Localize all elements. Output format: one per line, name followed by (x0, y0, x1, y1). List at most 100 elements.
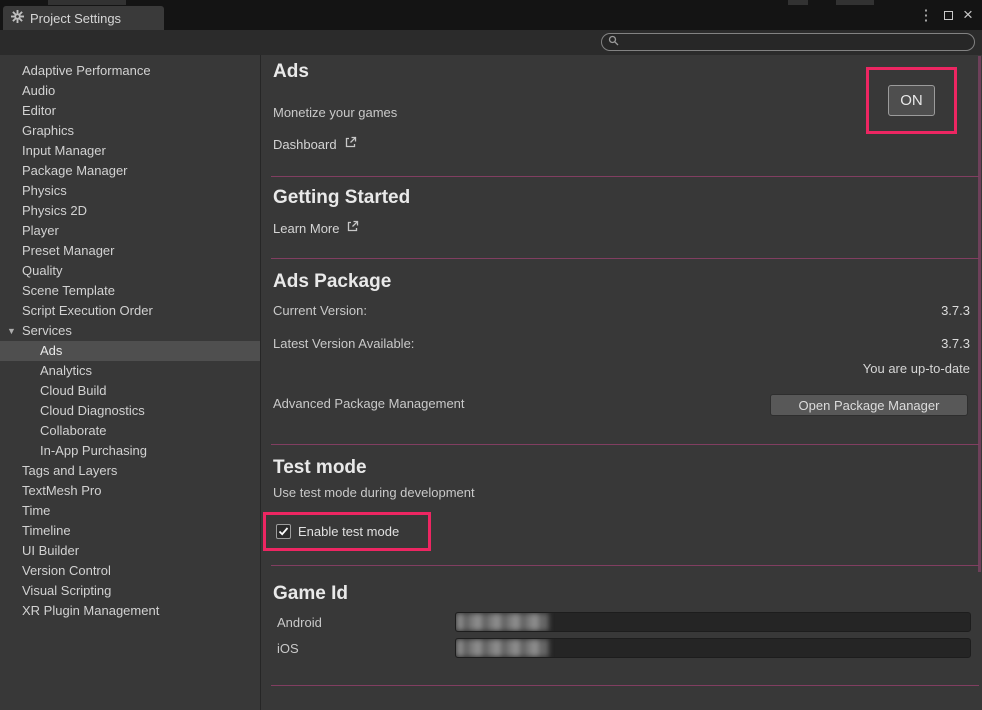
sidebar-item-timeline[interactable]: Timeline (0, 521, 260, 541)
sidebar-item-preset-manager[interactable]: Preset Manager (0, 241, 260, 261)
foldout-arrow-icon[interactable]: ▼ (7, 321, 16, 341)
project-settings-window: Project Settings ⋮ × Adaptive Performanc… (0, 0, 982, 710)
sidebar-item-ui-builder[interactable]: UI Builder (0, 541, 260, 561)
sidebar-item-label: Editor (22, 103, 56, 118)
sidebar-item-ads[interactable]: Ads (0, 341, 260, 361)
sidebar-item-input-manager[interactable]: Input Manager (0, 141, 260, 161)
external-link-icon (346, 220, 359, 236)
section-title-ads-package: Ads Package (273, 271, 392, 292)
settings-category-list: Adaptive Performance Audio Editor Graphi… (0, 55, 260, 710)
sidebar-item-adaptive-performance[interactable]: Adaptive Performance (0, 61, 260, 81)
up-to-date-status: You are up-to-date (862, 361, 970, 376)
enable-test-mode-checkbox[interactable] (276, 524, 291, 539)
sidebar-item-cloud-diagnostics[interactable]: Cloud Diagnostics (0, 401, 260, 421)
redacted-value (456, 639, 548, 657)
sidebar-item-in-app-purchasing[interactable]: In-App Purchasing (0, 441, 260, 461)
sidebar-item-label: Audio (22, 83, 56, 98)
sidebar-item-label: XR Plugin Management (22, 603, 160, 618)
sidebar-item-version-control[interactable]: Version Control (0, 561, 260, 581)
window-menu-button[interactable]: ⋮ (918, 6, 934, 24)
sidebar-item-analytics[interactable]: Analytics (0, 361, 260, 381)
dashboard-link[interactable]: Dashboard (273, 136, 357, 152)
ads-subtitle: Monetize your games (273, 105, 398, 120)
sidebar-item-label: Preset Manager (22, 243, 115, 258)
sidebar-item-label: Cloud Diagnostics (40, 403, 145, 418)
sidebar-item-physics[interactable]: Physics (0, 181, 260, 201)
sidebar-item-time[interactable]: Time (0, 501, 260, 521)
sidebar-item-label: TextMesh Pro (22, 483, 102, 498)
android-game-id-label: Android (277, 615, 322, 630)
external-link-icon (344, 136, 357, 152)
android-game-id-field[interactable] (455, 612, 971, 632)
sidebar-item-label: Services (22, 323, 72, 338)
maximize-button[interactable] (940, 6, 956, 24)
search-icon (608, 33, 619, 51)
sidebar-item-label: Graphics (22, 123, 75, 138)
sidebar-item-player[interactable]: Player (0, 221, 260, 241)
section-divider (271, 258, 979, 259)
sidebar-item-label: Timeline (22, 523, 71, 538)
ads-settings-panel: Ads ON Monetize your games Dashboard Get… (261, 55, 982, 710)
sidebar-item-tags-and-layers[interactable]: Tags and Layers (0, 461, 260, 481)
sidebar-item-label: Adaptive Performance (22, 63, 151, 78)
sidebar-item-textmesh-pro[interactable]: TextMesh Pro (0, 481, 260, 501)
close-button[interactable]: × (960, 5, 976, 24)
section-divider (271, 444, 979, 445)
sidebar-item-label: Physics (22, 183, 67, 198)
sidebar-item-label: Quality (22, 263, 63, 278)
sidebar-item-graphics[interactable]: Graphics (0, 121, 260, 141)
close-icon: × (963, 5, 973, 24)
background-window-remnant (788, 0, 808, 5)
sidebar-item-services[interactable]: ▼ Services (0, 321, 260, 341)
latest-version-value: 3.7.3 (941, 336, 970, 351)
tab-project-settings[interactable]: Project Settings (3, 6, 164, 30)
search-box[interactable] (601, 33, 975, 51)
open-package-manager-button[interactable]: Open Package Manager (770, 394, 968, 416)
sidebar-item-label: Script Execution Order (22, 303, 153, 318)
current-version-value: 3.7.3 (941, 303, 970, 318)
sidebar-item-label: Player (22, 223, 59, 238)
sidebar-item-editor[interactable]: Editor (0, 101, 260, 121)
section-title-game-id: Game Id (273, 583, 348, 604)
sidebar-item-collaborate[interactable]: Collaborate (0, 421, 260, 441)
advanced-package-management-label: Advanced Package Management (273, 396, 465, 411)
sidebar-item-quality[interactable]: Quality (0, 261, 260, 281)
section-divider (271, 565, 979, 566)
sidebar-item-scene-template[interactable]: Scene Template (0, 281, 260, 301)
right-edge-strip (978, 56, 981, 572)
sidebar-item-label: Input Manager (22, 143, 106, 158)
sidebar-item-script-execution-order[interactable]: Script Execution Order (0, 301, 260, 321)
test-mode-subtitle: Use test mode during development (273, 485, 475, 500)
annotation-highlight-on: ON (866, 67, 957, 134)
sidebar-item-label: Package Manager (22, 163, 128, 178)
title-bar: Project Settings ⋮ × (0, 0, 982, 30)
sidebar-item-label: Tags and Layers (22, 463, 118, 478)
section-divider (271, 685, 979, 686)
sidebar-item-label: Scene Template (22, 283, 115, 298)
ios-game-id-field[interactable] (455, 638, 971, 658)
annotation-highlight-test-mode: Enable test mode (263, 512, 431, 551)
redacted-value (456, 613, 548, 631)
search-input[interactable] (623, 35, 953, 49)
sidebar-item-xr-plugin-management[interactable]: XR Plugin Management (0, 601, 260, 621)
sidebar-item-label: UI Builder (22, 543, 80, 558)
section-title-test-mode: Test mode (273, 457, 367, 478)
kebab-menu-icon: ⋮ (918, 7, 934, 24)
learn-more-link-label: Learn More (273, 220, 340, 236)
sidebar-item-label: Visual Scripting (22, 583, 112, 598)
sidebar-item-package-manager[interactable]: Package Manager (0, 161, 260, 181)
tab-title: Project Settings (30, 10, 122, 26)
sidebar-item-cloud-build[interactable]: Cloud Build (0, 381, 260, 401)
learn-more-link[interactable]: Learn More (273, 220, 359, 236)
gear-icon (11, 10, 24, 26)
sidebar-item-label: Physics 2D (22, 203, 88, 218)
section-divider (271, 176, 979, 177)
section-title-getting-started: Getting Started (273, 187, 411, 208)
ios-game-id-label: iOS (277, 641, 299, 656)
ads-on-toggle-button[interactable]: ON (888, 85, 935, 116)
section-title-ads: Ads (273, 61, 309, 82)
sidebar-item-physics-2d[interactable]: Physics 2D (0, 201, 260, 221)
sidebar-item-audio[interactable]: Audio (0, 81, 260, 101)
sidebar-item-visual-scripting[interactable]: Visual Scripting (0, 581, 260, 601)
sidebar-item-label: Time (22, 503, 51, 518)
